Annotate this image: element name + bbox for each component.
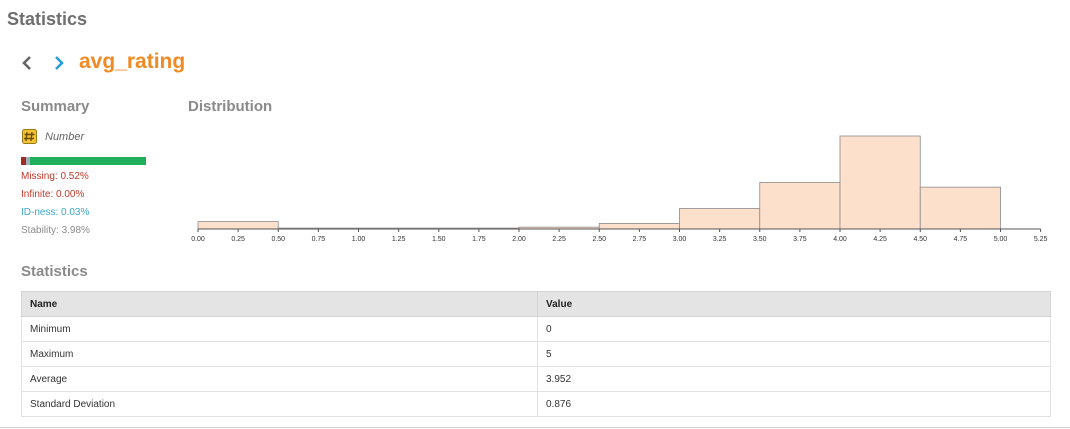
stability-stat: Stability: 3.98%: [21, 225, 90, 236]
x-tick-label: 2.75: [633, 236, 647, 243]
stat-name-cell: Average: [21, 366, 538, 392]
chevron-right-icon: [55, 56, 64, 70]
back-button[interactable]: [18, 52, 36, 74]
x-tick-label: 3.25: [713, 236, 727, 243]
x-tick-label: 0.75: [312, 236, 326, 243]
type-row: Number: [22, 129, 84, 144]
chevron-left-icon: [22, 56, 31, 70]
histogram-bar: [759, 182, 841, 230]
x-tick-label: 5.00: [994, 236, 1008, 243]
x-tick-label: 4.00: [833, 236, 847, 243]
missing-stat: Missing: 0.52%: [21, 171, 89, 182]
x-tick-label: 4.25: [873, 236, 887, 243]
summary-heading: Summary: [21, 98, 90, 115]
table-row: Standard Deviation 0.876: [21, 391, 1051, 417]
stat-value-cell: 0: [537, 316, 1051, 342]
statistics-table: Name Value Minimum 0 Maximum 5 Average 3…: [21, 291, 1051, 417]
x-tick-label: 1.50: [432, 236, 446, 243]
number-hash-icon: [22, 129, 37, 144]
histogram-bar: [679, 208, 761, 230]
histogram-bar: [197, 221, 279, 230]
x-tick-label: 0.00: [191, 236, 205, 243]
x-tick-label: 2.25: [552, 236, 566, 243]
attribute-name: avg_rating: [79, 50, 186, 73]
x-tick-label: 3.75: [793, 236, 807, 243]
stat-name-cell: Standard Deviation: [21, 391, 538, 417]
type-label: Number: [45, 130, 85, 143]
quality-bar-valid: [30, 157, 146, 165]
stat-name-cell: Maximum: [21, 341, 538, 367]
x-tick-label: 5.25: [1034, 236, 1048, 243]
x-tick-label: 2.50: [592, 236, 606, 243]
x-tick-label: 2.00: [512, 236, 526, 243]
statistics-heading: Statistics: [21, 263, 88, 280]
column-header-name: Name: [21, 291, 538, 317]
forward-button[interactable]: [50, 52, 68, 74]
histogram-bar: [919, 186, 1001, 230]
infinite-stat: Infinite: 0.00%: [21, 189, 85, 200]
x-tick-label: 4.50: [913, 236, 927, 243]
table-header-row: Name Value: [21, 291, 1051, 317]
table-row: Average 3.952: [21, 366, 1051, 392]
page-title: Statistics: [7, 9, 88, 29]
stat-value-cell: 0.876: [537, 391, 1051, 417]
column-header-value: Value: [537, 291, 1051, 317]
stat-value-cell: 5: [537, 341, 1051, 367]
table-row: Maximum 5: [21, 341, 1051, 367]
idness-stat: ID-ness: 0.03%: [21, 207, 90, 218]
x-tick-label: 3.00: [673, 236, 687, 243]
x-tick-label: 1.75: [472, 236, 486, 243]
x-tick-label: 1.25: [392, 236, 406, 243]
histogram-bar: [598, 223, 680, 230]
distribution-heading: Distribution: [188, 98, 273, 115]
x-tick-label: 3.50: [753, 236, 767, 243]
histogram-bar: [839, 135, 921, 230]
x-tick-label: 0.25: [231, 236, 245, 243]
bottom-divider: [0, 427, 1070, 428]
table-row: Minimum 0: [21, 316, 1051, 342]
x-tick-label: 1.00: [352, 236, 366, 243]
stat-name-cell: Minimum: [21, 316, 538, 342]
x-tick-label: 0.50: [271, 236, 285, 243]
x-tick-label: 4.75: [954, 236, 968, 243]
quality-bar: [21, 157, 146, 165]
stat-value-cell: 3.952: [537, 366, 1051, 392]
distribution-histogram: 0.00 0.25 0.50 0.75 1.00 1.25 1.50 1.75 2.00 2.25…: [191, 135, 1048, 243]
